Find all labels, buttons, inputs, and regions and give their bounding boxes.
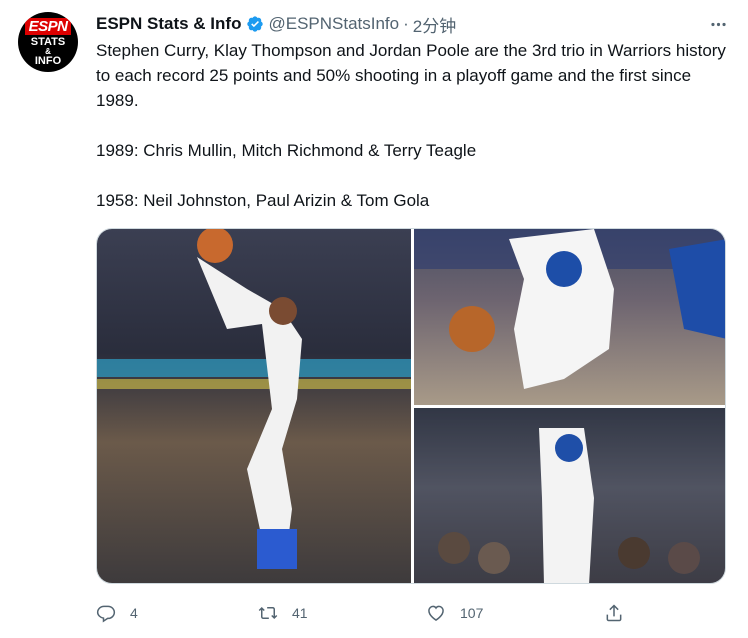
- avatar-text-stats: STATS: [30, 35, 66, 48]
- share-button[interactable]: [604, 598, 638, 628]
- avatar-text-info: INFO: [34, 54, 62, 67]
- share-icon: [606, 604, 622, 622]
- photo-player-crowd[interactable]: [414, 408, 725, 583]
- author-name[interactable]: ESPN Stats & Info: [96, 14, 241, 34]
- tweet-timestamp[interactable]: 2分钟: [413, 12, 456, 37]
- espn-logo: ESPN: [24, 17, 72, 35]
- reply-icon: [96, 605, 116, 623]
- heart-icon: [428, 605, 444, 621]
- photo-player-dribbling[interactable]: [414, 229, 725, 405]
- media-grid: [96, 228, 726, 584]
- like-button[interactable]: 107: [426, 598, 483, 628]
- retweet-button[interactable]: 41: [258, 598, 308, 628]
- author-handle[interactable]: @ESPNStatsInfo: [268, 14, 399, 34]
- tweet-text: Stephen Curry, Klay Thompson and Jordan …: [96, 38, 726, 213]
- retweet-count: 41: [292, 605, 308, 621]
- separator-dot: ·: [403, 14, 409, 33]
- photo-curry-layup[interactable]: [97, 229, 411, 583]
- avatar[interactable]: ESPN STATS & INFO: [18, 12, 78, 72]
- tweet-actions: 4 41 107: [96, 598, 726, 628]
- reply-button[interactable]: 4: [96, 598, 138, 628]
- tweet-text-paragraph: Stephen Curry, Klay Thompson and Jordan …: [96, 41, 726, 110]
- tweet-header: ESPN Stats & Info @ESPNStatsInfo · 2分钟: [96, 12, 456, 36]
- verified-badge-icon: [246, 15, 264, 33]
- tweet-text-paragraph: 1958: Neil Johnston, Paul Arizin & Tom G…: [96, 191, 430, 210]
- more-options-icon[interactable]: [708, 14, 728, 34]
- reply-count: 4: [130, 605, 138, 621]
- tweet-text-paragraph: 1989: Chris Mullin, Mitch Richmond & Ter…: [96, 141, 477, 160]
- tweet[interactable]: ESPN STATS & INFO ESPN Stats & Info @ESP…: [0, 0, 748, 638]
- like-count: 107: [460, 605, 484, 621]
- retweet-icon: [258, 606, 278, 620]
